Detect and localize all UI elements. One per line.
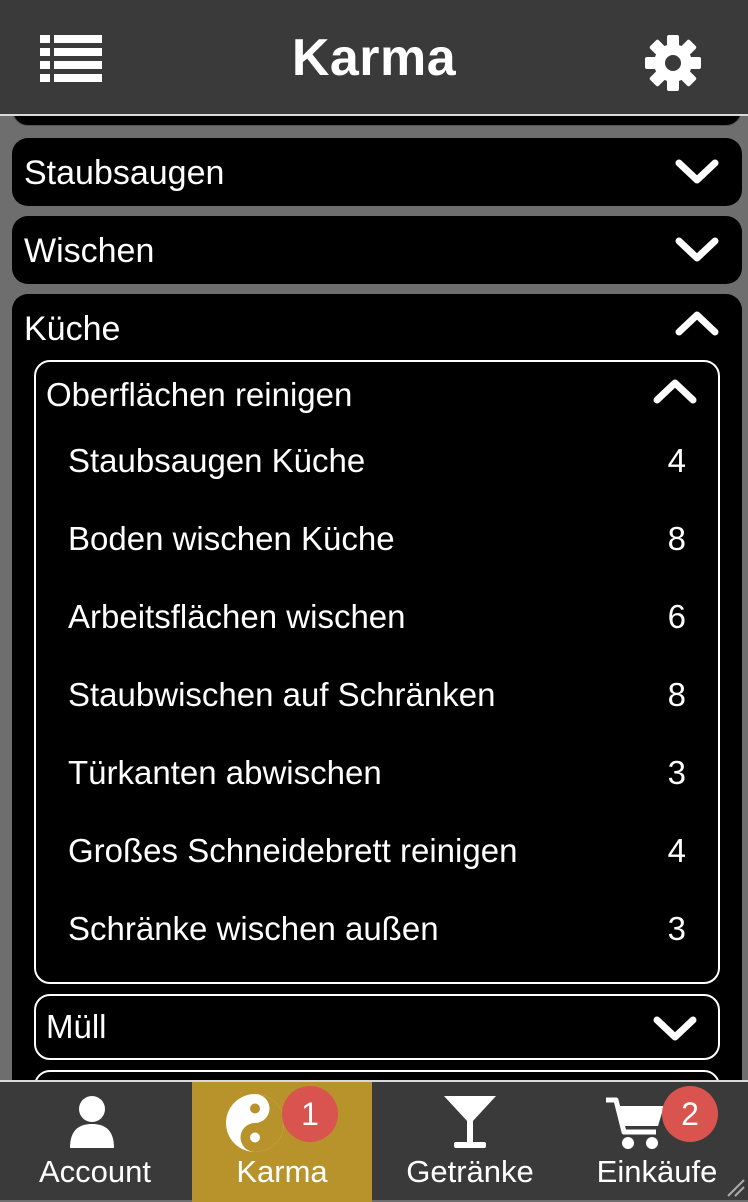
task-points: 8 bbox=[667, 676, 686, 713]
notification-badge: 2 bbox=[662, 1086, 718, 1142]
category-label: Wischen bbox=[24, 232, 155, 270]
task-row[interactable]: Türkanten abwischen 3 bbox=[36, 740, 718, 806]
gear-icon bbox=[645, 35, 701, 91]
category-list: Staubsaugen Wischen Küche Oberflächen re… bbox=[0, 116, 748, 1080]
task-points: 3 bbox=[667, 754, 686, 791]
task-name: Großes Schneidebrett reinigen bbox=[68, 832, 518, 869]
page-title: Karma bbox=[291, 29, 457, 87]
settings-button[interactable] bbox=[644, 34, 702, 92]
task-name: Arbeitsflächen wischen bbox=[68, 598, 406, 635]
category-wischen: Wischen bbox=[12, 216, 742, 284]
app-header: Karma bbox=[0, 0, 748, 116]
subcategory-label: Oberflächen reinigen bbox=[46, 376, 353, 413]
tab-label: Getränke bbox=[406, 1154, 534, 1189]
tab-label: Einkäufe bbox=[596, 1154, 718, 1189]
subcategory-label: Müll bbox=[46, 1008, 107, 1045]
tab-einkaeufe[interactable]: 2 Einkäufe bbox=[566, 1082, 748, 1202]
chevron-down-icon bbox=[675, 237, 719, 262]
task-row[interactable]: Großes Schneidebrett reinigen 4 bbox=[36, 818, 718, 884]
category-label: Küche bbox=[24, 310, 121, 348]
notification-badge: 1 bbox=[282, 1086, 338, 1142]
subcategory-header-oberflaechen[interactable]: Oberflächen reinigen bbox=[36, 362, 718, 428]
task-name: Boden wischen Küche bbox=[68, 520, 395, 557]
task-row[interactable]: Schränke wischen außen 3 bbox=[36, 896, 718, 962]
task-points: 6 bbox=[667, 598, 686, 635]
tab-label: Karma bbox=[236, 1154, 328, 1189]
tab-karma[interactable]: 1 Karma bbox=[192, 1082, 372, 1202]
resize-grip-icon[interactable] bbox=[724, 1176, 746, 1198]
subcategory-header-muell[interactable]: Müll bbox=[36, 996, 718, 1062]
task-row[interactable]: Arbeitsflächen wischen 6 bbox=[36, 584, 718, 650]
yin-yang-icon bbox=[226, 1094, 284, 1152]
subcategory-next-edge bbox=[34, 1070, 720, 1080]
category-kueche: Küche Oberflächen reinigen Staubsaugen K… bbox=[12, 294, 742, 1080]
task-name: Staubsaugen Küche bbox=[68, 442, 366, 479]
task-name: Türkanten abwischen bbox=[68, 754, 382, 791]
task-points: 4 bbox=[667, 832, 686, 869]
task-row[interactable]: Staubsaugen Küche 4 bbox=[36, 428, 718, 494]
chevron-down-icon bbox=[675, 159, 719, 184]
chevron-up-icon bbox=[675, 311, 719, 336]
category-header-wischen[interactable]: Wischen bbox=[12, 216, 742, 286]
task-points: 3 bbox=[667, 910, 686, 947]
task-points: 4 bbox=[667, 442, 686, 479]
category-staubsaugen: Staubsaugen bbox=[12, 138, 742, 206]
category-header-staubsaugen[interactable]: Staubsaugen bbox=[12, 138, 742, 208]
tab-getraenke[interactable]: Getränke bbox=[380, 1082, 560, 1202]
task-row[interactable]: Boden wischen Küche 8 bbox=[36, 506, 718, 572]
cocktail-glass-icon bbox=[444, 1096, 496, 1148]
tab-account[interactable]: Account bbox=[0, 1082, 190, 1202]
category-label: Staubsaugen bbox=[24, 154, 225, 192]
task-name: Schränke wischen außen bbox=[68, 910, 439, 947]
bottom-tab-bar: Account 1 Karma Getränke 2 Einkäufe bbox=[0, 1080, 748, 1202]
category-header-kueche[interactable]: Küche bbox=[12, 294, 742, 364]
previous-category-edge bbox=[12, 116, 742, 126]
task-points: 8 bbox=[667, 520, 686, 557]
subcategory-muell: Müll bbox=[34, 994, 720, 1060]
subcategory-oberflaechen-reinigen: Oberflächen reinigen Staubsaugen Küche 4… bbox=[34, 360, 720, 984]
shopping-cart-icon bbox=[606, 1097, 664, 1149]
tab-label: Account bbox=[38, 1154, 151, 1189]
user-icon bbox=[70, 1096, 114, 1148]
chevron-up-icon bbox=[653, 379, 697, 404]
task-name: Staubwischen auf Schränken bbox=[68, 676, 496, 713]
chevron-down-icon bbox=[653, 1016, 697, 1041]
task-row[interactable]: Staubwischen auf Schränken 8 bbox=[36, 662, 718, 728]
